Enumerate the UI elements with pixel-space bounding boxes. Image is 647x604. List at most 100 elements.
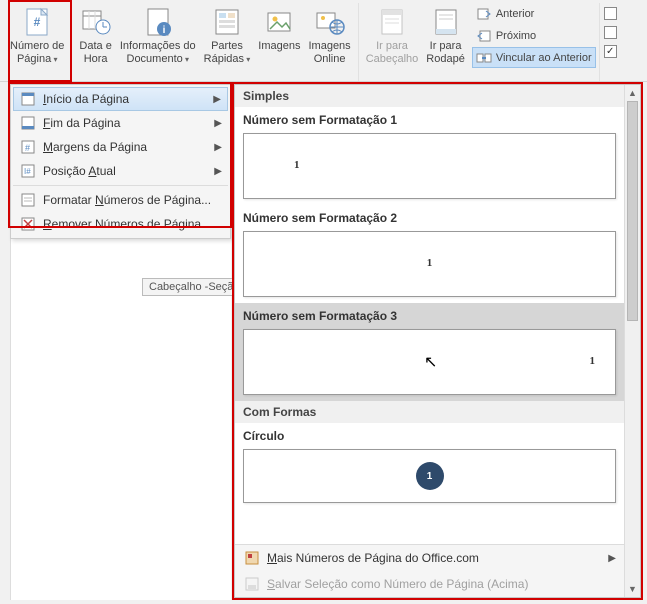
- gallery-footer-more-office[interactable]: Mais Números de Página do Office.com ▶: [235, 545, 624, 571]
- scrollbar-track[interactable]: [625, 101, 640, 581]
- menu-item-format-page-numbers[interactable]: Formatar Números de Página...: [13, 188, 228, 212]
- scrollbar-thumb[interactable]: [627, 101, 638, 321]
- link-to-previous-label: Vincular ao Anterior: [496, 52, 592, 64]
- quick-parts-button[interactable]: PartesRápidas ▾: [200, 3, 255, 68]
- menu-item-current-position[interactable]: I# Posição Atual ▶: [13, 159, 228, 183]
- date-time-button[interactable]: Data eHora: [75, 3, 115, 68]
- gallery-item-circle-title: Círculo: [243, 425, 616, 449]
- gallery-item-circle[interactable]: Círculo 1: [235, 423, 624, 509]
- bottom-of-page-icon: [19, 115, 37, 131]
- quick-parts-icon: [211, 6, 243, 38]
- checkbox-2[interactable]: [604, 26, 617, 39]
- gallery-section-shapes: Com Formas: [235, 401, 624, 423]
- menu-item-current-position-label: Posição Atual: [43, 164, 116, 178]
- checkbox-3[interactable]: ✓: [604, 45, 617, 58]
- gallery-item-plain-1-title: Número sem Formatação 1: [243, 109, 616, 133]
- menu-item-bottom-of-page-label: Fim da Página: [43, 116, 120, 130]
- ribbon: # Número dePágina ▾ Data eHora i Informa…: [0, 0, 647, 82]
- remove-page-numbers-icon: [19, 216, 37, 232]
- page-number-label2: Página: [17, 53, 51, 65]
- menu-item-top-of-page[interactable]: Início da Página ▶: [13, 87, 228, 111]
- quick-parts-label2: Rápidas: [204, 53, 244, 65]
- gallery-body: Simples Número sem Formatação 1 1 Número…: [235, 85, 624, 597]
- online-images-icon: [314, 6, 346, 38]
- next-button[interactable]: Próximo: [472, 25, 596, 47]
- page-number-icon: #: [21, 6, 53, 38]
- submenu-arrow-icon: ▶: [214, 118, 222, 129]
- sample-number: 1: [427, 257, 433, 269]
- date-time-label2: Hora: [84, 53, 108, 65]
- menu-separator: [13, 185, 228, 186]
- gallery-item-plain-3-preview: 1 ↖: [243, 329, 616, 395]
- menu-item-format-label: Formatar Números de Página...: [43, 193, 211, 207]
- format-page-numbers-icon: [19, 192, 37, 208]
- goto-header-icon: [376, 6, 408, 38]
- goto-header-label1: Ir para: [376, 40, 408, 52]
- svg-text:I#: I#: [24, 167, 31, 176]
- ribbon-group-header-footer: # Número dePágina ▾: [3, 3, 72, 81]
- images-button[interactable]: Imagens: [254, 3, 304, 55]
- gallery-footer: Mais Números de Página do Office.com ▶ S…: [235, 544, 624, 597]
- mouse-cursor-icon: ↖: [424, 352, 437, 372]
- menu-item-top-of-page-label: Início da Página: [43, 92, 129, 106]
- page-number-gallery: Simples Número sem Formatação 1 1 Número…: [234, 84, 641, 598]
- previous-icon: [476, 6, 492, 22]
- document-info-icon: i: [142, 6, 174, 38]
- goto-footer-button[interactable]: Ir paraRodapé: [422, 3, 469, 68]
- gallery-item-plain-1[interactable]: Número sem Formatação 1 1: [235, 107, 624, 205]
- link-icon: [476, 50, 492, 66]
- gallery-footer-save-label: Salvar Seleção como Número de Página (Ac…: [267, 577, 528, 591]
- online-images-label1: Imagens: [308, 40, 350, 52]
- ribbon-group-navigation: Ir paraCabeçalho Ir paraRodapé Anterior …: [359, 3, 600, 81]
- online-images-button[interactable]: ImagensOnline: [304, 3, 354, 68]
- page-number-button[interactable]: # Número dePágina ▾: [6, 3, 68, 68]
- goto-footer-icon: [430, 6, 462, 38]
- gallery-item-plain-2[interactable]: Número sem Formatação 2 1: [235, 205, 624, 303]
- page-number-label1: Número de: [10, 40, 64, 52]
- sample-number: 1: [294, 159, 300, 171]
- ribbon-nav-small: Anterior Próximo Vincular ao Anterior: [469, 3, 596, 68]
- menu-item-page-margins[interactable]: # Margens da Página ▶: [13, 135, 228, 159]
- date-time-icon: [80, 6, 112, 38]
- goto-footer-label1: Ir para: [430, 40, 462, 52]
- sample-number: 1: [590, 355, 596, 367]
- gallery-item-plain-1-preview: 1: [243, 133, 616, 199]
- previous-label: Anterior: [496, 8, 535, 20]
- menu-item-remove-page-numbers[interactable]: Remover Números de Página: [13, 212, 228, 236]
- next-icon: [476, 28, 492, 44]
- gallery-item-plain-2-title: Número sem Formatação 2: [243, 207, 616, 231]
- checkbox-1[interactable]: [604, 7, 617, 20]
- gallery-item-plain-3-title: Número sem Formatação 3: [243, 305, 616, 329]
- next-label: Próximo: [496, 30, 536, 42]
- previous-button[interactable]: Anterior: [472, 3, 596, 25]
- gallery-item-plain-3[interactable]: Número sem Formatação 3 1 ↖: [235, 303, 624, 401]
- document-info-label1: Informações do: [120, 40, 196, 52]
- header-section-tag: Cabeçalho -Seçã: [142, 278, 240, 296]
- svg-text:i: i: [162, 25, 165, 36]
- scroll-down-button[interactable]: ▼: [625, 581, 640, 597]
- document-info-button[interactable]: i Informações doDocumento ▾: [116, 3, 200, 68]
- current-position-icon: I#: [19, 163, 37, 179]
- images-icon: [263, 6, 295, 38]
- ribbon-group-insert: Data eHora i Informações doDocumento ▾ P…: [72, 3, 358, 81]
- online-images-label2: Online: [314, 53, 346, 65]
- gallery-scrollbar[interactable]: ▲ ▼: [624, 85, 640, 597]
- gallery-item-plain-2-preview: 1: [243, 231, 616, 297]
- images-label: Imagens: [258, 40, 300, 52]
- svg-text:#: #: [34, 15, 41, 29]
- submenu-arrow-icon: ▶: [608, 553, 616, 564]
- submenu-arrow-icon: ▶: [214, 166, 222, 177]
- submenu-arrow-icon: ▶: [213, 94, 221, 105]
- goto-footer-label2: Rodapé: [426, 53, 465, 65]
- ribbon-options-checkboxes: ✓: [600, 3, 617, 81]
- gallery-item-circle-preview: 1: [243, 449, 616, 503]
- link-to-previous-button[interactable]: Vincular ao Anterior: [472, 47, 596, 68]
- gallery-section-simple: Simples: [235, 85, 624, 107]
- scroll-up-button[interactable]: ▲: [625, 85, 640, 101]
- quick-parts-label1: Partes: [211, 40, 243, 52]
- document-info-label2: Documento: [127, 53, 183, 65]
- save-selection-icon: [243, 576, 261, 592]
- goto-header-button[interactable]: Ir paraCabeçalho: [362, 3, 423, 68]
- menu-item-remove-label: Remover Números de Página: [43, 217, 201, 231]
- menu-item-bottom-of-page[interactable]: Fim da Página ▶: [13, 111, 228, 135]
